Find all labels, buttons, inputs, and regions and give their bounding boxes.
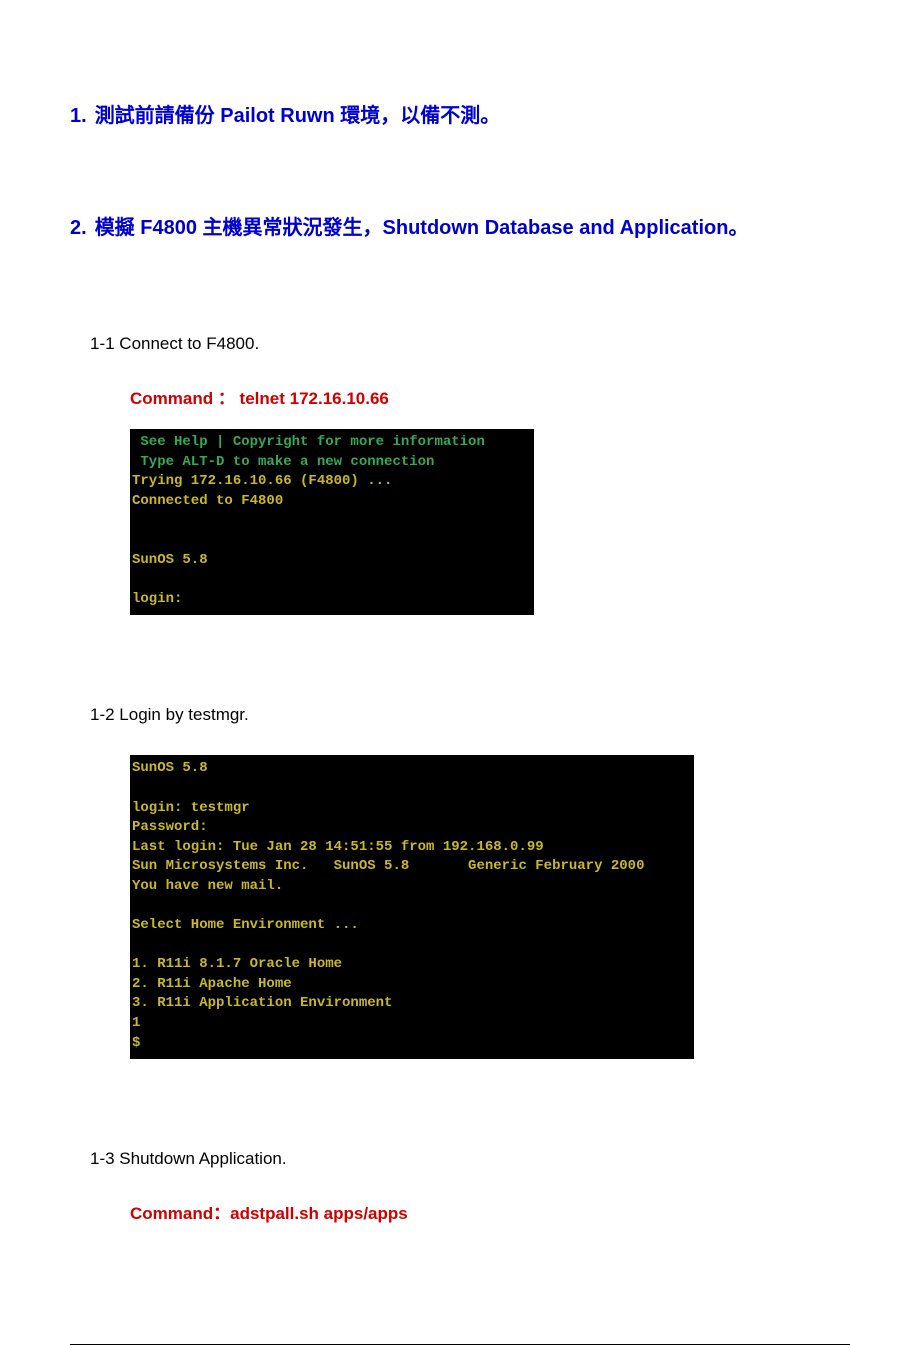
terminal-screenshot-1: See Help | Copyright for more informatio… xyxy=(130,429,534,615)
heading-2: 2. 模擬 F4800 主機異常狀況發生，Shutdown Database an… xyxy=(70,212,850,244)
heading-2-text: 模擬 F4800 主機異常狀況發生，Shutdown Database and … xyxy=(95,217,749,239)
heading-2-num: 2. xyxy=(70,217,87,239)
step-1-2-label: 1-2 Login by testmgr. xyxy=(90,705,850,725)
terminal-screenshot-2: SunOS 5.8 login: testmgr Password: Last … xyxy=(130,755,694,1059)
heading-1-text: 測試前請備份 Pailot Ruwn 環境，以備不測。 xyxy=(95,105,501,127)
step-1-3-label: 1-3 Shutdown Application. xyxy=(90,1149,850,1169)
document-page: 1. 測試前請備份 Pailot Ruwn 環境，以備不測。 2. 模擬 F4800… xyxy=(0,0,920,1284)
step-1-1-command: Command ： telnet 172.16.10.66 xyxy=(130,384,850,409)
step-1-1-label: 1-1 Connect to F4800. xyxy=(90,334,850,354)
step-1-3-command: Command：adstpall.sh apps/apps xyxy=(130,1199,850,1224)
heading-1-num: 1. xyxy=(70,105,87,127)
heading-1: 1. 測試前請備份 Pailot Ruwn 環境，以備不測。 xyxy=(70,100,850,132)
